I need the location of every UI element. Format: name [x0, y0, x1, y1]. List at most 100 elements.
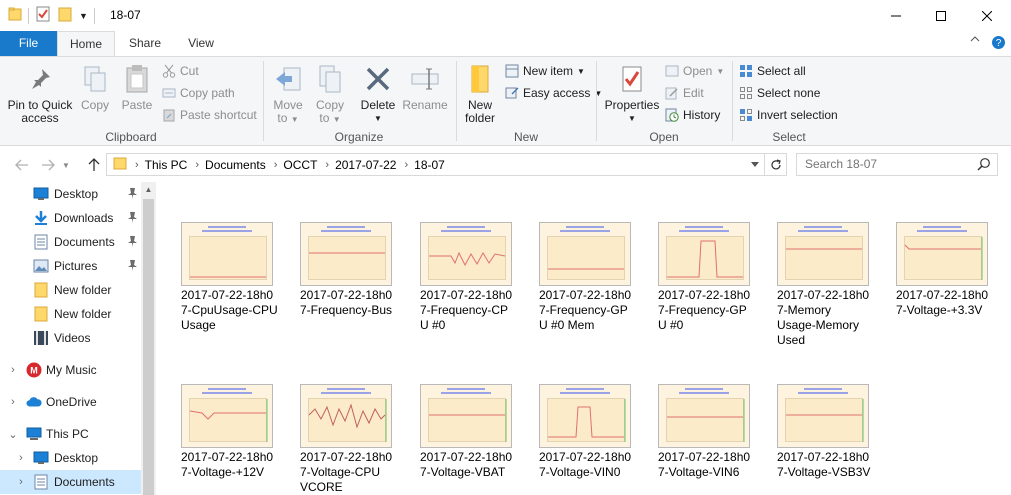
- cut-button[interactable]: Cut: [162, 61, 199, 81]
- scroll-up-arrow-icon[interactable]: ▲: [141, 182, 156, 197]
- desktop-icon: [33, 450, 49, 466]
- forward-button[interactable]: [38, 155, 58, 175]
- back-button[interactable]: [12, 155, 32, 175]
- chevron-down-icon[interactable]: ⌄: [8, 428, 18, 441]
- chevron-right-icon[interactable]: ›: [16, 476, 26, 488]
- computer-icon: [26, 426, 42, 442]
- tab-home[interactable]: Home: [57, 31, 115, 57]
- address-history-button[interactable]: [746, 154, 764, 175]
- nav-item-desktop[interactable]: Desktop: [0, 182, 156, 206]
- chevron-right-icon[interactable]: ›: [8, 396, 18, 408]
- paste-shortcut-button[interactable]: Paste shortcut: [162, 105, 257, 125]
- chart-thumbnail: [658, 222, 750, 286]
- breadcrumb-occt[interactable]: OCCT: [283, 158, 317, 172]
- nav-item-this-pc[interactable]: ⌄ This PC: [0, 422, 156, 446]
- nav-item-this-pc-documents[interactable]: › Documents: [0, 470, 141, 494]
- scissors-icon: [162, 64, 176, 78]
- help-button[interactable]: ?: [991, 36, 1005, 49]
- nav-pane-scrollbar[interactable]: ▲: [141, 182, 156, 495]
- breadcrumb-current-folder[interactable]: 18-07: [414, 158, 445, 172]
- address-bar[interactable]: › This PC › Documents › OCCT › 2017-07-2…: [106, 153, 787, 176]
- nav-item-documents[interactable]: Documents: [0, 230, 156, 254]
- new-item-button[interactable]: New item ▼: [505, 61, 585, 81]
- up-button[interactable]: [84, 155, 104, 175]
- scroll-thumb[interactable]: [143, 199, 154, 495]
- svg-text:M: M: [30, 366, 38, 376]
- select-all-button[interactable]: Select all: [739, 61, 806, 81]
- recent-locations-button[interactable]: ▼: [60, 155, 72, 175]
- breadcrumb-chevron[interactable]: ›: [404, 159, 408, 171]
- nav-item-pictures[interactable]: Pictures: [0, 254, 156, 278]
- copy-button[interactable]: Copy: [78, 61, 112, 112]
- pin-icon[interactable]: [127, 211, 138, 227]
- paste-button[interactable]: Paste: [118, 61, 156, 112]
- close-button[interactable]: [964, 0, 1010, 31]
- breadcrumb-this-pc[interactable]: This PC: [145, 158, 188, 172]
- easy-access-button[interactable]: Easy access ▼: [505, 83, 602, 103]
- breadcrumb-chevron[interactable]: ›: [274, 159, 278, 171]
- history-label: History: [683, 108, 721, 122]
- nav-item-downloads[interactable]: Downloads: [0, 206, 156, 230]
- new-group-label: New: [513, 130, 538, 144]
- nav-item-onedrive[interactable]: › OneDrive: [0, 390, 156, 414]
- tab-view[interactable]: View: [174, 31, 228, 56]
- search-input[interactable]: [805, 157, 965, 171]
- search-icon[interactable]: [977, 157, 991, 174]
- invert-selection-button[interactable]: Invert selection: [739, 105, 838, 125]
- chart-thumbnail: [300, 384, 392, 448]
- select-group: Select all Select none Invert selection …: [733, 57, 845, 146]
- file-name: 2017-07-22-18h0 7-Voltage-VIN0: [539, 450, 632, 479]
- select-none-button[interactable]: Select none: [739, 83, 820, 103]
- chevron-right-icon[interactable]: ›: [16, 452, 26, 464]
- breadcrumb-documents[interactable]: Documents: [205, 158, 266, 172]
- edit-button[interactable]: Edit: [665, 83, 704, 103]
- properties-button[interactable]: Properties ▼: [603, 61, 661, 125]
- delete-button[interactable]: Delete ▼: [358, 61, 398, 125]
- breadcrumb-chevron[interactable]: ›: [135, 159, 139, 171]
- desktop-icon: [33, 186, 49, 202]
- copy-path-button[interactable]: Copy path: [162, 83, 235, 103]
- move-to-button[interactable]: Move to ▼: [270, 61, 306, 126]
- rename-button[interactable]: Rename: [402, 61, 448, 112]
- collapse-ribbon-button[interactable]: [968, 36, 982, 42]
- nav-item-my-music[interactable]: › M My Music: [0, 358, 156, 382]
- nav-item-new-folder[interactable]: New folder: [0, 302, 156, 326]
- breadcrumb-chevron[interactable]: ›: [195, 159, 199, 171]
- nav-item-this-pc-desktop[interactable]: › Desktop: [0, 446, 156, 470]
- tab-file[interactable]: File: [0, 31, 57, 56]
- nav-item-label: My Music: [46, 363, 97, 377]
- copy-icon: [78, 61, 112, 97]
- new-folder-qat-icon[interactable]: [57, 6, 73, 25]
- nav-item-label: Videos: [54, 331, 91, 345]
- select-none-icon: [740, 87, 752, 99]
- customize-qat-icon[interactable]: ▼: [79, 11, 88, 21]
- nav-item-label: Downloads: [54, 211, 114, 225]
- new-folder-button[interactable]: New folder: [459, 61, 501, 125]
- chevron-right-icon[interactable]: ›: [8, 364, 18, 376]
- delete-dropdown-arrow: ▼: [374, 114, 382, 123]
- nav-item-new-folder[interactable]: New folder: [0, 278, 156, 302]
- open-button[interactable]: Open ▼: [665, 61, 724, 81]
- history-button[interactable]: History: [665, 105, 720, 125]
- pin-icon[interactable]: [127, 187, 138, 203]
- properties-qat-icon[interactable]: [35, 6, 51, 25]
- copy-to-button[interactable]: Copy to ▼: [312, 61, 348, 126]
- pin-icon[interactable]: [127, 235, 138, 251]
- copy-to-icon: [312, 61, 348, 97]
- documents-icon: [33, 234, 49, 250]
- minimize-button[interactable]: [873, 0, 919, 31]
- breadcrumb-chevron[interactable]: ›: [325, 159, 329, 171]
- maximize-button[interactable]: [918, 0, 964, 31]
- open-dropdown-arrow: ▼: [716, 66, 725, 76]
- nav-item-videos[interactable]: Videos: [0, 326, 156, 350]
- chart-thumbnail: [777, 384, 869, 448]
- file-name: 2017-07-22-18h0 7-CpuUsage-CPU Usage: [181, 288, 278, 332]
- pin-to-quick-access-button[interactable]: Pin to Quick access: [4, 61, 76, 125]
- tab-share[interactable]: Share: [116, 31, 174, 56]
- refresh-button[interactable]: [764, 154, 786, 175]
- breadcrumb-date-folder[interactable]: 2017-07-22: [335, 158, 396, 172]
- navigation-pane: Desktop Downloads Documents Pictures New…: [0, 182, 156, 495]
- search-box[interactable]: [796, 153, 998, 176]
- pin-icon[interactable]: [127, 259, 138, 275]
- folder-icon: [33, 306, 49, 322]
